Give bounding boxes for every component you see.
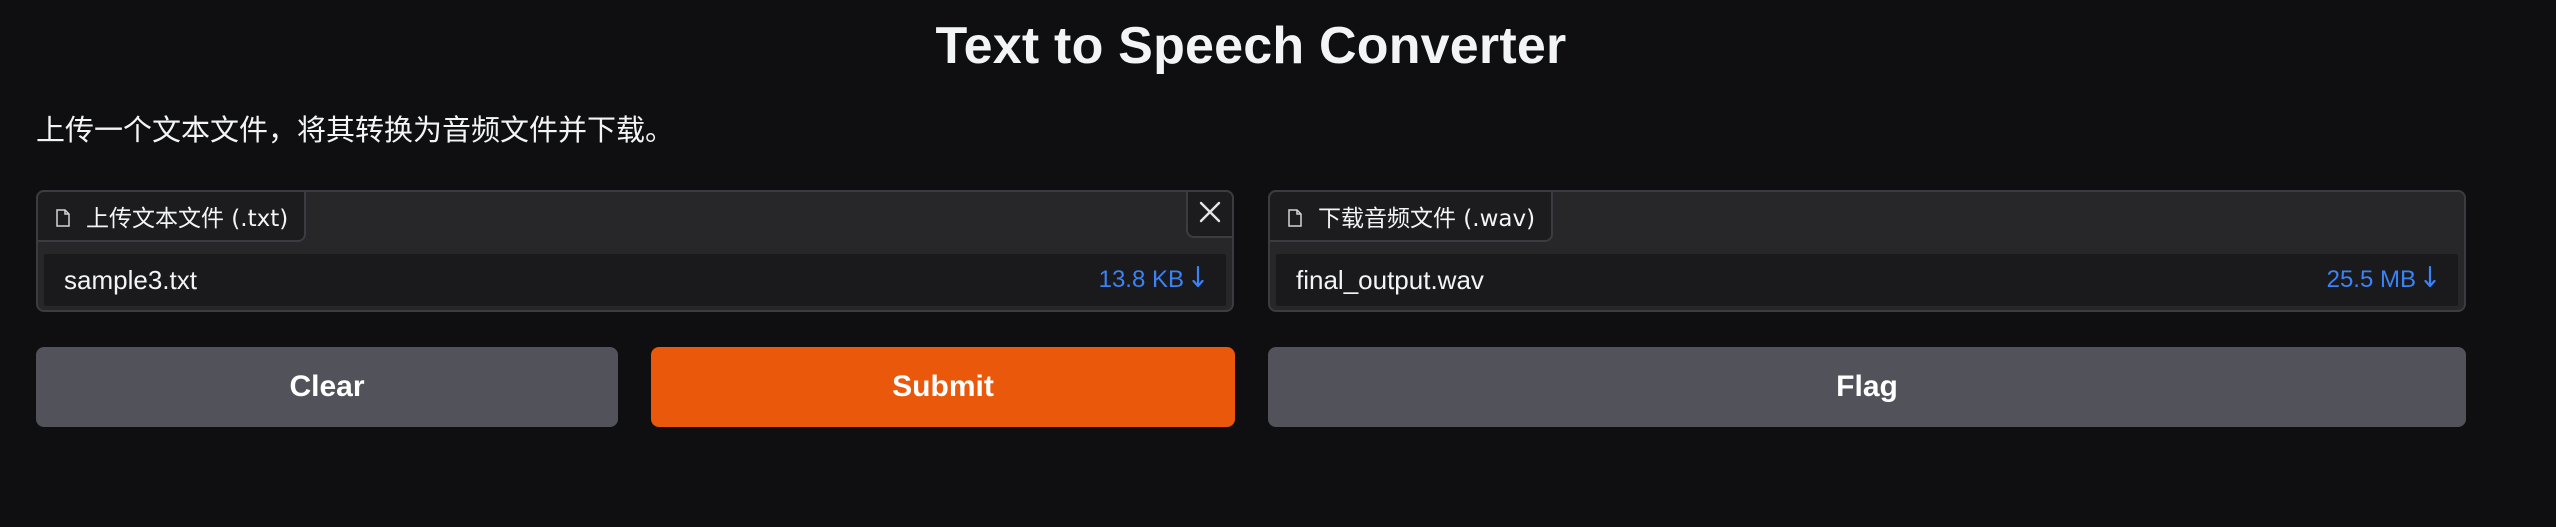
input-file-size: 13.8 KB — [1098, 266, 1184, 293]
output-file-label-tab: 下载音频文件 (.wav) — [1268, 190, 1554, 242]
output-file-label: 下载音频文件 (.wav) — [1318, 206, 1536, 232]
output-file-name: final_output.wav — [1296, 264, 1484, 295]
output-file-panel: 下载音频文件 (.wav) final_output.wav 25.5 MB — [1268, 190, 2466, 312]
input-file-label: 上传文本文件 (.txt) — [86, 206, 289, 232]
output-file-download-link[interactable]: 25.5 MB — [2327, 265, 2436, 296]
file-icon — [1288, 207, 1302, 227]
input-file-panel: 上传文本文件 (.txt) sample3.txt 13.8 KB — [36, 190, 1234, 312]
input-file-label-tab: 上传文本文件 (.txt) — [36, 190, 307, 242]
close-icon — [1199, 201, 1221, 228]
input-file-row: sample3.txt 13.8 KB — [44, 254, 1226, 306]
clear-button[interactable]: Clear — [36, 347, 618, 427]
output-file-row: final_output.wav 25.5 MB — [1276, 254, 2458, 306]
app-page: Text to Speech Converter 上传一个文本文件，将其转换为音… — [0, 0, 2556, 527]
download-arrow-icon — [2424, 265, 2436, 296]
output-file-size: 25.5 MB — [2326, 266, 2416, 293]
input-file-download-link[interactable]: 13.8 KB — [1099, 265, 1204, 296]
input-file-name: sample3.txt — [64, 264, 197, 295]
submit-button[interactable]: Submit — [651, 347, 1235, 427]
page-description: 上传一个文本文件，将其转换为音频文件并下载。 — [36, 113, 675, 147]
file-icon — [56, 207, 70, 227]
clear-file-button[interactable] — [1186, 190, 1234, 238]
page-title: Text to Speech Converter — [935, 17, 1567, 75]
flag-button[interactable]: Flag — [1268, 347, 2466, 427]
download-arrow-icon — [1192, 265, 1204, 296]
